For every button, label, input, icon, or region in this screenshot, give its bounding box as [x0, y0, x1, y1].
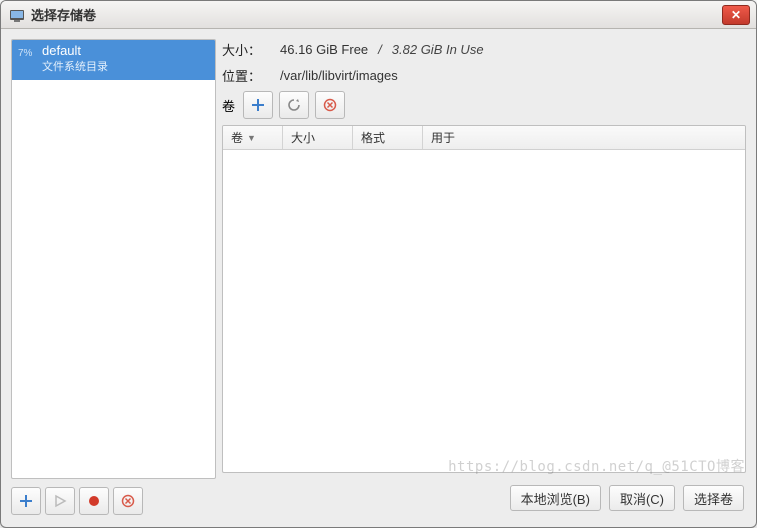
- size-used: 3.82 GiB In Use: [392, 42, 484, 57]
- volume-table: 卷 ▼ 大小 格式 用于: [222, 125, 746, 473]
- record-icon: [87, 494, 101, 508]
- footer-buttons: 本地浏览(B) 取消(C) 选择卷: [222, 479, 746, 517]
- close-button[interactable]: ✕: [722, 5, 750, 25]
- pool-toolbar: [11, 485, 216, 517]
- app-icon: [9, 7, 25, 23]
- col-volume-usedby[interactable]: 用于: [423, 126, 745, 149]
- play-icon: [53, 494, 67, 508]
- browse-local-button[interactable]: 本地浏览(B): [510, 485, 601, 511]
- choose-volume-button[interactable]: 选择卷: [683, 485, 744, 511]
- delete-icon: [121, 494, 135, 508]
- delete-volume-button[interactable]: [315, 91, 345, 119]
- close-icon: ✕: [731, 8, 741, 22]
- main-panel: 大小： 46.16 GiB Free / 3.82 GiB In Use 位置：…: [222, 39, 746, 517]
- sidebar: 7% default 文件系统目录: [11, 39, 216, 517]
- pool-usage-pct: 7%: [18, 44, 38, 59]
- refresh-icon: [287, 98, 301, 112]
- size-free: 46.16 GiB Free: [280, 42, 368, 57]
- titlebar: 选择存储卷 ✕: [1, 1, 756, 29]
- location-row: 位置： /var/lib/libvirt/images: [222, 65, 746, 85]
- size-label: 大小：: [222, 40, 270, 59]
- cancel-button[interactable]: 取消(C): [609, 485, 675, 511]
- size-row: 大小： 46.16 GiB Free / 3.82 GiB In Use: [222, 39, 746, 59]
- window-title: 选择存储卷: [31, 5, 96, 24]
- location-label: 位置：: [222, 66, 270, 85]
- volume-table-body[interactable]: [223, 150, 745, 472]
- col-volume-format[interactable]: 格式: [353, 126, 423, 149]
- pool-item[interactable]: 7% default 文件系统目录: [12, 40, 215, 80]
- start-pool-button[interactable]: [45, 487, 75, 515]
- stop-pool-button[interactable]: [79, 487, 109, 515]
- sort-indicator-icon: ▼: [247, 133, 256, 143]
- pool-name: default: [42, 44, 108, 58]
- dialog-body: 7% default 文件系统目录: [1, 29, 756, 527]
- size-sep: /: [378, 42, 382, 57]
- location-value: /var/lib/libvirt/images: [280, 68, 398, 83]
- plus-icon: [19, 494, 33, 508]
- delete-pool-button[interactable]: [113, 487, 143, 515]
- add-volume-button[interactable]: [243, 91, 273, 119]
- pool-subtitle: 文件系统目录: [42, 58, 108, 74]
- volume-toolbar-label: 卷: [222, 96, 235, 115]
- refresh-volumes-button[interactable]: [279, 91, 309, 119]
- volume-toolbar: 卷: [222, 91, 746, 119]
- pool-list[interactable]: 7% default 文件系统目录: [11, 39, 216, 479]
- col-volume-size[interactable]: 大小: [283, 126, 353, 149]
- dialog-window: 选择存储卷 ✕ 7% default 文件系统目录: [0, 0, 757, 528]
- volume-table-header: 卷 ▼ 大小 格式 用于: [223, 126, 745, 150]
- delete-icon: [323, 98, 337, 112]
- plus-icon: [251, 98, 265, 112]
- add-pool-button[interactable]: [11, 487, 41, 515]
- col-volume-name[interactable]: 卷 ▼: [223, 126, 283, 149]
